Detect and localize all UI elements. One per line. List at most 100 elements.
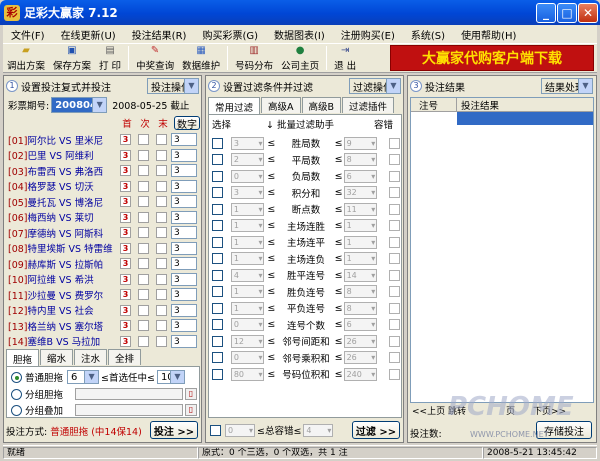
last-choice-box[interactable] bbox=[156, 149, 167, 161]
data-maintain-button[interactable]: ▦ 数据维护 bbox=[178, 44, 224, 72]
tolerance-max-select[interactable]: 4 bbox=[303, 423, 334, 437]
tab-common-filter[interactable]: 常用过滤 bbox=[208, 97, 261, 115]
dan-max-select[interactable]: 10 ▼ bbox=[156, 370, 185, 384]
first-choice-box[interactable]: 3 bbox=[120, 134, 131, 146]
second-choice-box[interactable] bbox=[138, 320, 149, 332]
filter-min-select[interactable]: 1 bbox=[230, 219, 265, 233]
match-input[interactable]: 3 bbox=[171, 195, 197, 209]
filter-select-checkbox[interactable] bbox=[212, 220, 223, 232]
menu-buy[interactable]: 购买彩票(G) bbox=[194, 27, 266, 42]
download-banner[interactable]: 大赢家代购客户端下载 bbox=[390, 45, 594, 71]
filter-tolerance-checkbox[interactable] bbox=[389, 170, 400, 182]
filter-select-checkbox[interactable] bbox=[212, 368, 223, 380]
last-choice-box[interactable] bbox=[156, 211, 167, 223]
first-choice-box[interactable]: 3 bbox=[120, 227, 131, 239]
filter-select-checkbox[interactable] bbox=[212, 286, 223, 298]
tab-shrink[interactable]: 缩水 bbox=[40, 349, 74, 365]
filter-max-select[interactable]: 6 bbox=[343, 169, 378, 183]
second-choice-box[interactable] bbox=[138, 242, 149, 254]
tolerance-min-select[interactable]: 0 bbox=[225, 423, 255, 437]
filter-select-checkbox[interactable] bbox=[212, 203, 223, 215]
filter-min-select[interactable]: 2 bbox=[230, 153, 265, 167]
filter-tolerance-checkbox[interactable] bbox=[389, 137, 400, 149]
filter-min-select[interactable]: 1 bbox=[230, 202, 265, 216]
number-distribution-button[interactable]: ▥ 号码分布 bbox=[231, 44, 277, 72]
last-choice-box[interactable] bbox=[156, 242, 167, 254]
tab-advanced-b[interactable]: 高级B bbox=[301, 97, 342, 113]
last-choice-box[interactable] bbox=[156, 227, 167, 239]
filter-min-select[interactable]: 0 bbox=[230, 169, 265, 183]
match-input[interactable]: 3 bbox=[171, 303, 197, 317]
filter-min-select[interactable]: 1 bbox=[230, 285, 265, 299]
first-choice-box[interactable]: 3 bbox=[120, 149, 131, 161]
filter-select-checkbox[interactable] bbox=[212, 187, 223, 199]
group-dantuo-field[interactable] bbox=[75, 388, 183, 400]
col-bet-no[interactable]: 注号 bbox=[411, 98, 457, 112]
menu-register[interactable]: 注册购买(E) bbox=[333, 27, 403, 42]
filter-min-select[interactable]: 1 bbox=[230, 235, 265, 249]
first-choice-box[interactable]: 3 bbox=[120, 165, 131, 177]
filter-operation-dropdown[interactable]: 过滤操作 ▼ bbox=[349, 78, 401, 94]
col-bet-result[interactable]: 投注结果 bbox=[457, 98, 593, 112]
edit-icon[interactable]: ▯ bbox=[185, 388, 197, 400]
maximize-button[interactable]: □ bbox=[557, 3, 577, 23]
menu-help[interactable]: 使用帮助(H) bbox=[453, 27, 524, 42]
filter-tolerance-checkbox[interactable] bbox=[389, 319, 400, 331]
radio-stack[interactable] bbox=[11, 404, 22, 416]
filter-tolerance-checkbox[interactable] bbox=[389, 154, 400, 166]
last-choice-box[interactable] bbox=[156, 320, 167, 332]
filter-min-select[interactable]: 0 bbox=[230, 351, 265, 365]
filter-max-select[interactable]: 11 bbox=[343, 202, 378, 216]
print-button[interactable]: ▤ 打 印 bbox=[95, 44, 125, 72]
minimize-button[interactable]: _ bbox=[536, 3, 556, 23]
table-row[interactable] bbox=[411, 112, 593, 125]
second-choice-box[interactable] bbox=[138, 149, 149, 161]
last-choice-box[interactable] bbox=[156, 165, 167, 177]
second-choice-box[interactable] bbox=[138, 258, 149, 270]
match-input[interactable]: 3 bbox=[171, 148, 197, 162]
batch-filter-helper[interactable]: ↓ 批量过滤助手 bbox=[266, 117, 374, 131]
match-input[interactable]: 3 bbox=[171, 226, 197, 240]
menu-results[interactable]: 投注结果(R) bbox=[124, 27, 195, 42]
radio-group[interactable] bbox=[11, 388, 22, 400]
last-choice-box[interactable] bbox=[156, 258, 167, 270]
dan-count-select[interactable]: 6 ▼ bbox=[67, 370, 100, 384]
match-input[interactable]: 3 bbox=[171, 319, 197, 333]
filter-select-checkbox[interactable] bbox=[212, 137, 223, 149]
filter-select-checkbox[interactable] bbox=[212, 352, 223, 364]
match-input[interactable]: 3 bbox=[171, 272, 197, 286]
tab-dantuo[interactable]: 胆拖 bbox=[6, 349, 40, 367]
filter-min-select[interactable]: 12 bbox=[230, 334, 265, 348]
match-input[interactable]: 3 bbox=[171, 288, 197, 302]
filter-tolerance-checkbox[interactable] bbox=[389, 335, 400, 347]
filter-button[interactable]: 过滤 >> bbox=[352, 421, 400, 439]
filter-tolerance-checkbox[interactable] bbox=[389, 187, 400, 199]
filter-tolerance-checkbox[interactable] bbox=[389, 286, 400, 298]
filter-min-select[interactable]: 3 bbox=[230, 186, 265, 200]
bet-button[interactable]: 投注 >> bbox=[150, 421, 198, 439]
filter-tolerance-checkbox[interactable] bbox=[389, 203, 400, 215]
filter-tolerance-checkbox[interactable] bbox=[389, 269, 400, 281]
filter-max-select[interactable]: 6 bbox=[343, 318, 378, 332]
second-choice-box[interactable] bbox=[138, 289, 149, 301]
last-choice-box[interactable] bbox=[156, 180, 167, 192]
second-choice-box[interactable] bbox=[138, 211, 149, 223]
filter-tolerance-checkbox[interactable] bbox=[389, 236, 400, 248]
filter-max-select[interactable]: 32 bbox=[343, 186, 378, 200]
group-stack-field[interactable] bbox=[75, 404, 183, 416]
filter-select-checkbox[interactable] bbox=[212, 170, 223, 182]
tab-water[interactable]: 注水 bbox=[74, 349, 108, 365]
selected-cell[interactable] bbox=[457, 112, 593, 125]
filter-tolerance-checkbox[interactable] bbox=[389, 368, 400, 380]
company-home-button[interactable]: ● 公司主页 bbox=[277, 44, 323, 72]
last-choice-box[interactable] bbox=[156, 304, 167, 316]
prize-query-button[interactable]: ✎ 中奖查询 bbox=[132, 44, 178, 72]
filter-tolerance-checkbox[interactable] bbox=[389, 220, 400, 232]
filter-select-checkbox[interactable] bbox=[212, 269, 223, 281]
filter-max-select[interactable]: 8 bbox=[343, 153, 378, 167]
radio-normal[interactable] bbox=[11, 371, 22, 383]
filter-max-select[interactable]: 240 bbox=[343, 367, 378, 381]
bet-operation-dropdown[interactable]: 投注操作 ▼ bbox=[147, 78, 199, 94]
menu-update[interactable]: 在线更新(U) bbox=[53, 27, 124, 42]
match-input[interactable]: 3 bbox=[171, 179, 197, 193]
